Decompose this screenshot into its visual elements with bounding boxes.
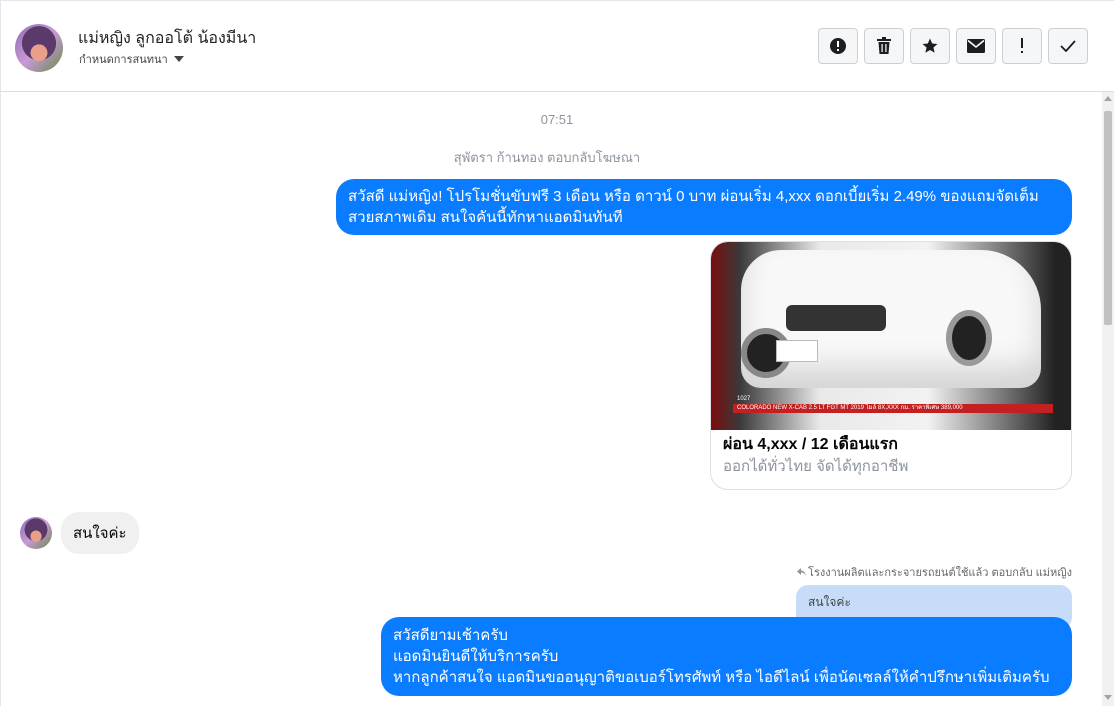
conversation-header: แม่หญิง ลูกออโต้ น้องมีนา กำหนดการสนทนา: [0, 4, 1114, 92]
reply-arrow-icon: [797, 568, 807, 576]
contact-avatar[interactable]: [15, 24, 63, 72]
ad-card-subtitle: ออกได้ทั่วไทย จัดได้ทุกอาชีพ: [723, 458, 909, 475]
contact-avatar-small: [20, 517, 52, 549]
caret-down-icon: [173, 56, 184, 62]
scroll-down-arrow-icon[interactable]: [1104, 695, 1112, 700]
alert-circle-icon: [830, 38, 846, 54]
star-button[interactable]: [910, 28, 950, 64]
ad-card[interactable]: 1027 COLORADO NEW X-CAB 2.5 LT FGT MT 20…: [710, 241, 1072, 490]
mark-done-button[interactable]: [1048, 28, 1088, 64]
car-wheel: [946, 310, 992, 366]
incoming-message: สนใจค่ะ: [61, 512, 139, 554]
reply-note-text: โรงงานผลิตและกระจายรถยนต์ใช้แล้ว ตอบกลับ…: [808, 567, 1072, 579]
replied-to-ad-note: สุพัตรา ก้านทอง ตอบกลับโฆษณา: [453, 150, 641, 165]
car-grille: [786, 305, 886, 331]
assign-conversation-dropdown[interactable]: กำหนดการสนทนา: [79, 50, 184, 68]
car-plate: [776, 340, 818, 362]
ad-image-code: 1027: [737, 396, 751, 402]
envelope-icon: [967, 39, 985, 53]
ad-image-car: 1027 COLORADO NEW X-CAB 2.5 LT FGT MT 20…: [711, 242, 1071, 430]
follow-up-button[interactable]: [1002, 28, 1042, 64]
message-line: สวัสดียามเช้าครับ: [393, 627, 508, 644]
assign-label: กำหนดการสนทนา: [79, 54, 168, 66]
ad-image-caption: COLORADO NEW X-CAB 2.5 LT FGT MT 2019 ไม…: [733, 404, 1053, 413]
reply-note: โรงงานผลิตและกระจายรถยนต์ใช้แล้ว ตอบกลับ…: [797, 563, 1072, 581]
checkmark-icon: [1060, 40, 1076, 52]
star-icon: [922, 38, 938, 53]
mark-unread-button[interactable]: [956, 28, 996, 64]
scrollbar-thumb[interactable]: [1104, 111, 1112, 325]
outgoing-message-reply: สวัสดียามเช้าครับ แอดมินยินดีให้บริการคร…: [381, 617, 1072, 696]
outgoing-message: สวัสดี แม่หญิง! โปรโมชั่นขับฟรี 3 เดือน …: [336, 179, 1072, 235]
scroll-up-arrow-icon[interactable]: [1104, 96, 1112, 101]
contact-name[interactable]: แม่หญิง ลูกออโต้ น้องมีนา: [78, 26, 256, 51]
car-body: [741, 250, 1041, 388]
delete-button[interactable]: [864, 28, 904, 64]
vertical-scrollbar[interactable]: [1102, 92, 1114, 706]
action-toolbar: [818, 28, 1088, 64]
trash-icon: [877, 37, 891, 54]
message-timestamp: 07:51: [540, 112, 574, 127]
exclamation-icon: [1021, 38, 1023, 53]
mark-spam-button[interactable]: [818, 28, 858, 64]
message-line: แอดมินยินดีให้บริการครับ: [393, 648, 559, 665]
message-thread[interactable]: 07:51 สุพัตรา ก้านทอง ตอบกลับโฆษณา สวัสด…: [0, 92, 1102, 706]
message-line: หากลูกค้าสนใจ แอดมินขออนุญาติขอเบอร์โทรศ…: [393, 669, 1050, 686]
